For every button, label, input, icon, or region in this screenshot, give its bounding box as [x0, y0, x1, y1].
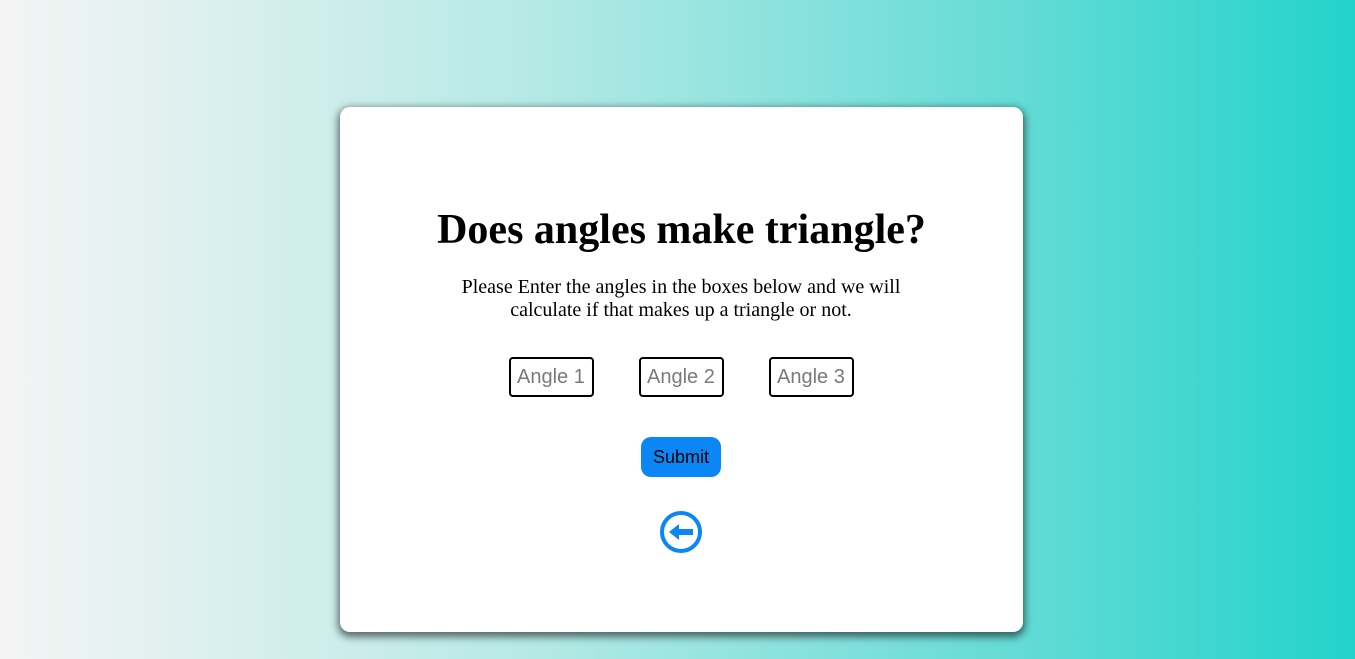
page-title: Does angles make triangle? — [437, 207, 926, 253]
instructions-text: Please Enter the angles in the boxes bel… — [461, 276, 901, 321]
submit-button[interactable]: Submit — [641, 437, 721, 477]
angle-2-input[interactable] — [639, 357, 724, 397]
angle-3-input[interactable] — [769, 357, 854, 397]
arrow-left-circle-icon[interactable] — [659, 510, 703, 554]
angle-1-input[interactable] — [509, 357, 594, 397]
triangle-check-card: Does angles make triangle? Please Enter … — [340, 107, 1023, 632]
angle-inputs-group — [509, 357, 854, 397]
